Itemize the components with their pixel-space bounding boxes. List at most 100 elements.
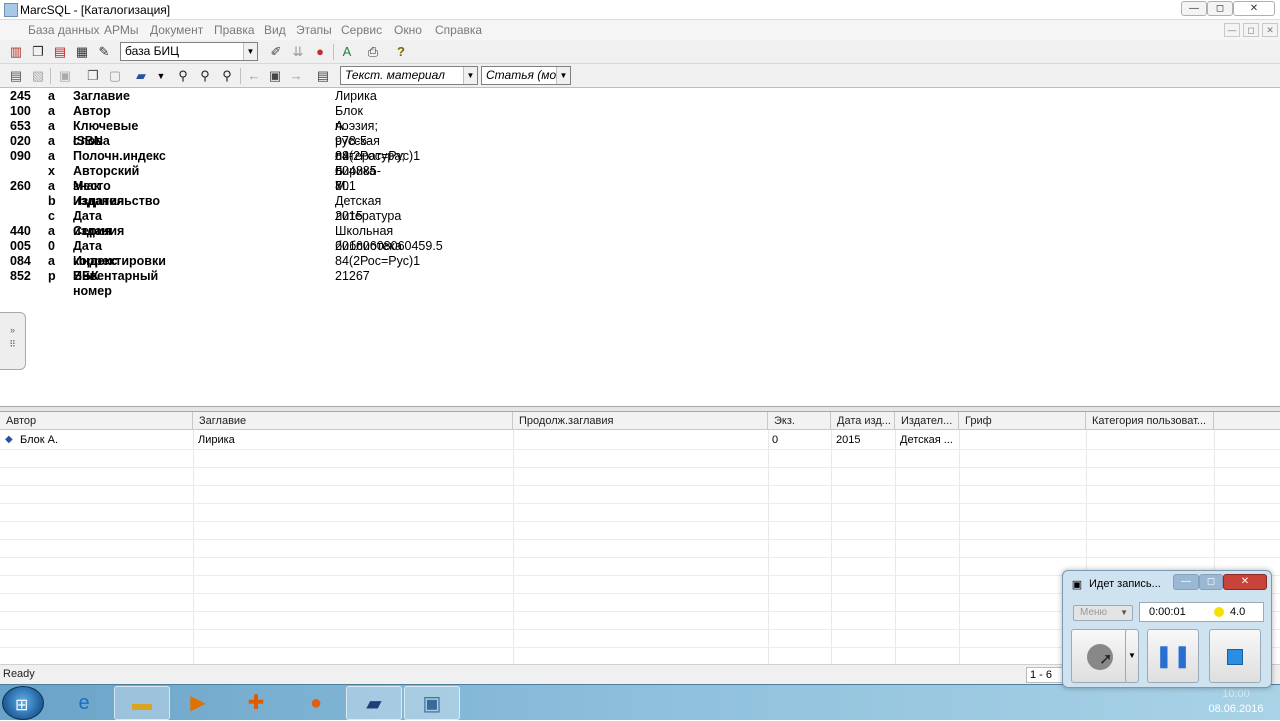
mdi-minimize-button[interactable]: — (1224, 23, 1240, 37)
recorder-minimize-button[interactable]: — (1173, 574, 1199, 590)
system-clock[interactable]: 10:00 08.06.2016 (1196, 687, 1276, 719)
a-tool-icon[interactable]: A (338, 43, 356, 61)
field-tag: 005 (10, 239, 31, 253)
field-subfield: p (48, 269, 56, 283)
column-header-filler (1214, 412, 1280, 430)
pause-button[interactable]: ❚❚ (1147, 629, 1199, 683)
toolbar-separator (50, 68, 51, 84)
help-icon[interactable]: ? (392, 43, 410, 61)
media-player-icon[interactable]: ▶ (170, 686, 226, 720)
windows-logo-icon: ⊞ (15, 697, 29, 714)
recorder-close-button[interactable]: ✕ (1223, 574, 1267, 590)
copy-doc-icon[interactable]: ❐ (84, 67, 102, 85)
field-value[interactable]: 84(2Рос=Рус)1 (335, 254, 420, 269)
books-icon[interactable]: ▥ (7, 43, 25, 61)
column-header-copies[interactable]: Экз. (768, 412, 831, 430)
menu-edit[interactable]: Правка (214, 23, 255, 37)
field-value[interactable]: М. (335, 179, 349, 194)
cell-copies[interactable]: 0 (772, 433, 778, 447)
column-header-date[interactable]: Дата изд... (831, 412, 895, 430)
menu-document[interactable]: Документ (150, 23, 203, 37)
minimize-button[interactable]: — (1181, 1, 1207, 16)
field-subfield: a (48, 134, 55, 148)
recorder-maximize-button[interactable]: ◻ (1199, 574, 1223, 590)
cell-author[interactable]: Блок А. (20, 433, 58, 447)
menu-window[interactable]: Окно (394, 23, 422, 37)
field-subfield: a (48, 224, 55, 238)
field-subfield: a (48, 254, 55, 268)
edit-doc-icon[interactable]: ▧ (29, 67, 47, 85)
search-icon[interactable]: ⚲ (174, 67, 192, 85)
database-select[interactable]: база БИЦ ▼ (120, 42, 258, 61)
chevron-down-icon: ▼ (1128, 651, 1136, 660)
cell-year[interactable]: 2015 (836, 433, 860, 447)
field-tag: 245 (10, 89, 31, 103)
wrench-icon[interactable]: ✐ (267, 43, 285, 61)
close-button[interactable]: ✕ (1233, 1, 1275, 16)
record-options-button[interactable]: ▼ (1125, 629, 1139, 683)
recorder-app-icon[interactable]: ▣ (404, 686, 460, 720)
book-icon: ◆ (5, 434, 13, 445)
start-button[interactable]: ⊞ (2, 686, 44, 720)
field-tag: 440 (10, 224, 31, 238)
maximize-button[interactable]: ◻ (1207, 1, 1233, 16)
marc-record-panel: 245 a Заглавие Лирика 100 a Автор Блок А. 653 a… (0, 88, 1280, 408)
print-icon[interactable]: ⎙ (364, 43, 382, 61)
menu-view[interactable]: Вид (264, 23, 286, 37)
grid-line (0, 521, 1280, 522)
menu-stages[interactable]: Этапы (296, 23, 332, 37)
documents-icon[interactable]: ▦ (73, 43, 91, 61)
new-doc-icon[interactable]: ▤ (7, 67, 25, 85)
search-all-icon[interactable]: ⚲ (218, 67, 236, 85)
arrows-down-icon[interactable]: ⇊ (289, 43, 307, 61)
menu-database[interactable]: База данных (28, 23, 99, 37)
explorer-icon[interactable]: ▬ (114, 686, 170, 720)
ie-icon[interactable]: e (56, 686, 112, 720)
column-header-author[interactable]: Автор (0, 412, 193, 430)
menu-service[interactable]: Сервис (341, 23, 382, 37)
column-header-publisher[interactable]: Издател... (895, 412, 959, 430)
field-value[interactable]: 20160608060459.5 (335, 239, 443, 254)
marcsql-book-icon[interactable]: ▰ (346, 686, 402, 720)
arrow-left-icon[interactable]: ← (245, 67, 263, 85)
cell-publisher[interactable]: Детская ... (900, 433, 958, 447)
level-select[interactable]: Статья (мо ▼ (481, 66, 571, 85)
menu-arms[interactable]: АРМы (104, 23, 139, 37)
search-filter-icon[interactable]: ⚲ (196, 67, 214, 85)
material-select[interactable]: Текст. материал ▼ (340, 66, 478, 85)
stop-button[interactable] (1209, 629, 1261, 683)
paste-doc-icon[interactable]: ▢ (106, 67, 124, 85)
field-value[interactable]: 21267 (335, 269, 370, 284)
save-icon[interactable]: ▣ (56, 67, 74, 85)
menu-help[interactable]: Справка (435, 23, 482, 37)
grip-dots-icon: ⠿ (9, 339, 16, 349)
book-icon[interactable]: ▰ (132, 67, 150, 85)
mdi-close-button[interactable]: ✕ (1262, 23, 1278, 37)
column-header-title[interactable]: Заглавие (193, 412, 513, 430)
column-header-category[interactable]: Категория пользоват... (1086, 412, 1214, 430)
copy-icon[interactable]: ❐ (29, 43, 47, 61)
database-select-value: база БИЦ (125, 44, 180, 58)
field-value[interactable]: 84(2Рос=Рус)1 (335, 149, 420, 164)
page-icon[interactable]: ▣ (266, 67, 284, 85)
mdi-restore-button[interactable]: ◻ (1243, 23, 1259, 37)
field-value[interactable]: 2015 (335, 209, 363, 224)
clock-date: 08.06.2016 (1208, 703, 1264, 715)
printer-red-icon[interactable]: ▤ (51, 43, 69, 61)
arrow-right-icon[interactable]: → (287, 67, 305, 85)
recorder-menu-select[interactable]: Меню ▼ (1073, 605, 1133, 621)
field-value[interactable]: Лирика (335, 89, 377, 104)
wrench-icon[interactable]: ✎ (95, 43, 113, 61)
column-header-grif[interactable]: Гриф (959, 412, 1086, 430)
side-panel-handle[interactable]: » ⠿ (0, 312, 26, 370)
cell-title[interactable]: Лирика (198, 433, 235, 447)
app-orange-icon[interactable]: ✚ (228, 686, 284, 720)
grid-line (0, 485, 1280, 486)
column-header-subtitle[interactable]: Продолж.заглавия (513, 412, 768, 430)
card-icon[interactable]: ▤ (314, 67, 332, 85)
recorder-timer: 0:00:01 4.0 (1139, 602, 1264, 622)
mouse-cursor-icon: ➚ (1099, 651, 1113, 668)
traffic-light-icon[interactable]: ● (311, 43, 329, 61)
chevron-down-icon[interactable]: ▼ (152, 67, 170, 85)
firefox-icon[interactable]: ● (288, 686, 344, 720)
